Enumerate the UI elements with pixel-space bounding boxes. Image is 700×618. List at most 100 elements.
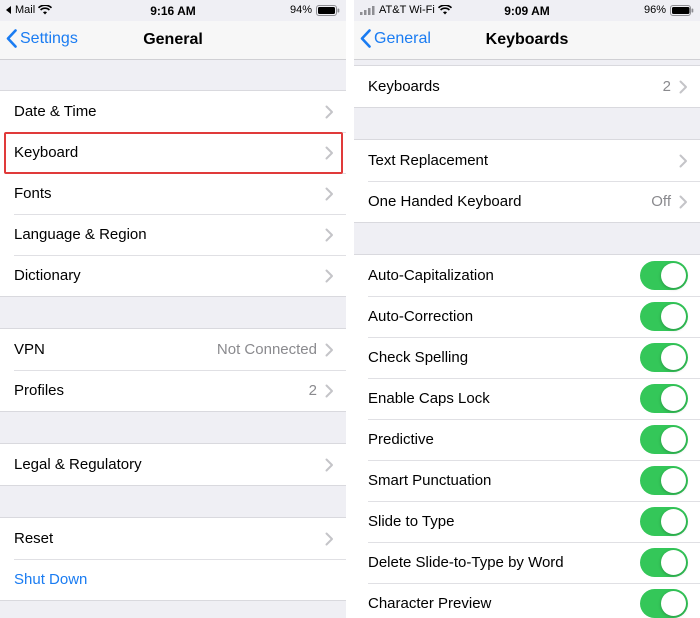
row-label: Keyboard xyxy=(14,144,79,161)
toggle-switch[interactable] xyxy=(640,507,688,536)
settings-group: Reset Shut Down xyxy=(0,517,346,601)
row-label: One Handed Keyboard xyxy=(368,193,522,210)
row-vpn[interactable]: VPN Not Connected xyxy=(0,329,346,370)
section-spacer xyxy=(0,486,346,517)
row-auto-correction[interactable]: Auto-Correction xyxy=(354,296,700,337)
settings-group: Text Replacement One Handed Keyboard Off xyxy=(354,139,700,223)
row-label: Slide to Type xyxy=(368,513,455,530)
keyboards-screen: AT&T Wi-Fi 9:09 AM 96% General Keyboards… xyxy=(354,0,700,618)
toggle-knob xyxy=(661,468,686,493)
row-keyboard[interactable]: Keyboard xyxy=(0,132,346,173)
settings-list: Keyboards 2 Text Replacement One Handed Key… xyxy=(354,60,700,618)
row-label: Delete Slide-to-Type by Word xyxy=(368,554,564,571)
row-label: Character Preview xyxy=(368,595,492,612)
section-spacer xyxy=(0,412,346,443)
chevron-right-icon xyxy=(325,146,333,159)
settings-group: Date & Time Keyboard Fonts Language & Regio… xyxy=(0,90,346,297)
toggle-knob xyxy=(661,591,686,616)
chevron-right-icon xyxy=(679,154,687,167)
row-label: Predictive xyxy=(368,431,434,448)
row-label: Text Replacement xyxy=(368,152,489,169)
toggle-switch[interactable] xyxy=(640,548,688,577)
row-profiles[interactable]: Profiles 2 xyxy=(0,370,346,411)
row-fonts[interactable]: Fonts xyxy=(0,173,346,214)
page-title: General xyxy=(143,31,203,48)
page-title: Keyboards xyxy=(485,31,569,48)
chevron-right-icon xyxy=(325,269,333,282)
nav-bar: General Keyboards xyxy=(354,21,700,60)
settings-group: Auto-Capitalization Auto-Correction Check … xyxy=(354,254,700,618)
row-character-preview[interactable]: Character Preview xyxy=(354,583,700,618)
row-label: Date & Time xyxy=(14,103,97,120)
row-slide-to-type[interactable]: Slide to Type xyxy=(354,501,700,542)
row-text-replacement[interactable]: Text Replacement xyxy=(354,140,700,181)
row-language-and-region[interactable]: Language & Region xyxy=(0,214,346,255)
row-dictionary[interactable]: Dictionary xyxy=(0,255,346,296)
row-label: Smart Punctuation xyxy=(368,472,492,489)
row-label: Language & Region xyxy=(14,226,147,243)
chevron-right-icon xyxy=(325,532,333,545)
row-label: Profiles xyxy=(14,382,65,399)
toggle-switch[interactable] xyxy=(640,466,688,495)
row-label: Fonts xyxy=(14,185,52,202)
settings-group: VPN Not Connected Profiles 2 xyxy=(0,328,346,412)
toggle-switch[interactable] xyxy=(640,343,688,372)
row-one-handed-keyboard[interactable]: One Handed Keyboard Off xyxy=(354,181,700,222)
toggle-knob xyxy=(661,263,686,288)
row-shut-down[interactable]: Shut Down xyxy=(0,559,346,600)
row-legal-and-regulatory[interactable]: Legal & Regulatory xyxy=(0,444,346,485)
row-check-spelling[interactable]: Check Spelling xyxy=(354,337,700,378)
battery-icon xyxy=(670,4,694,16)
chevron-right-icon xyxy=(325,105,333,118)
toggle-knob xyxy=(661,509,686,534)
chevron-right-icon xyxy=(325,343,333,356)
row-delete-slide-to-type-by-word[interactable]: Delete Slide-to-Type by Word xyxy=(354,542,700,583)
row-keyboards[interactable]: Keyboards 2 xyxy=(354,66,700,107)
settings-list: Date & Time Keyboard Fonts Language & Regio… xyxy=(0,60,346,601)
toggle-switch[interactable] xyxy=(640,261,688,290)
battery-icon xyxy=(316,4,340,16)
settings-group: Keyboards 2 xyxy=(354,65,700,108)
row-reset[interactable]: Reset xyxy=(0,518,346,559)
chevron-right-icon xyxy=(325,228,333,241)
chevron-right-icon xyxy=(325,187,333,200)
row-label: Legal & Regulatory xyxy=(14,456,142,473)
toggle-switch[interactable] xyxy=(640,425,688,454)
row-smart-punctuation[interactable]: Smart Punctuation xyxy=(354,460,700,501)
chevron-right-icon xyxy=(679,80,687,93)
row-label: VPN xyxy=(14,341,45,358)
toggle-switch[interactable] xyxy=(640,589,688,618)
toggle-knob xyxy=(661,550,686,575)
nav-bar: Settings General xyxy=(0,21,346,60)
section-spacer xyxy=(354,108,700,139)
chevron-right-icon xyxy=(325,458,333,471)
row-predictive[interactable]: Predictive xyxy=(354,419,700,460)
toggle-knob xyxy=(661,345,686,370)
row-value: 2 xyxy=(308,382,317,399)
row-label: Shut Down xyxy=(14,571,88,588)
status-bar: Mail 9:16 AM 94% xyxy=(0,0,346,21)
row-value: Not Connected xyxy=(216,341,317,358)
battery-percent: 94% xyxy=(289,4,312,16)
row-label: Dictionary xyxy=(14,267,81,284)
toggle-switch[interactable] xyxy=(640,302,688,331)
toggle-switch[interactable] xyxy=(640,384,688,413)
status-bar: AT&T Wi-Fi 9:09 AM 96% xyxy=(354,0,700,21)
row-label: Enable Caps Lock xyxy=(368,390,490,407)
section-spacer xyxy=(0,297,346,328)
row-date-and-time[interactable]: Date & Time xyxy=(0,91,346,132)
row-value: 2 xyxy=(662,78,671,95)
row-auto-capitalization[interactable]: Auto-Capitalization xyxy=(354,255,700,296)
section-spacer xyxy=(354,223,700,254)
row-label: Auto-Correction xyxy=(368,308,474,325)
settings-group: Legal & Regulatory xyxy=(0,443,346,486)
chevron-right-icon xyxy=(679,195,687,208)
toggle-knob xyxy=(661,386,686,411)
section-spacer xyxy=(0,60,346,90)
row-label: Check Spelling xyxy=(368,349,469,366)
row-label: Reset xyxy=(14,530,54,547)
row-enable-caps-lock[interactable]: Enable Caps Lock xyxy=(354,378,700,419)
battery-percent: 96% xyxy=(643,4,666,16)
toggle-knob xyxy=(661,427,686,452)
general-screen: Mail 9:16 AM 94% Settings General Date &… xyxy=(0,0,346,618)
